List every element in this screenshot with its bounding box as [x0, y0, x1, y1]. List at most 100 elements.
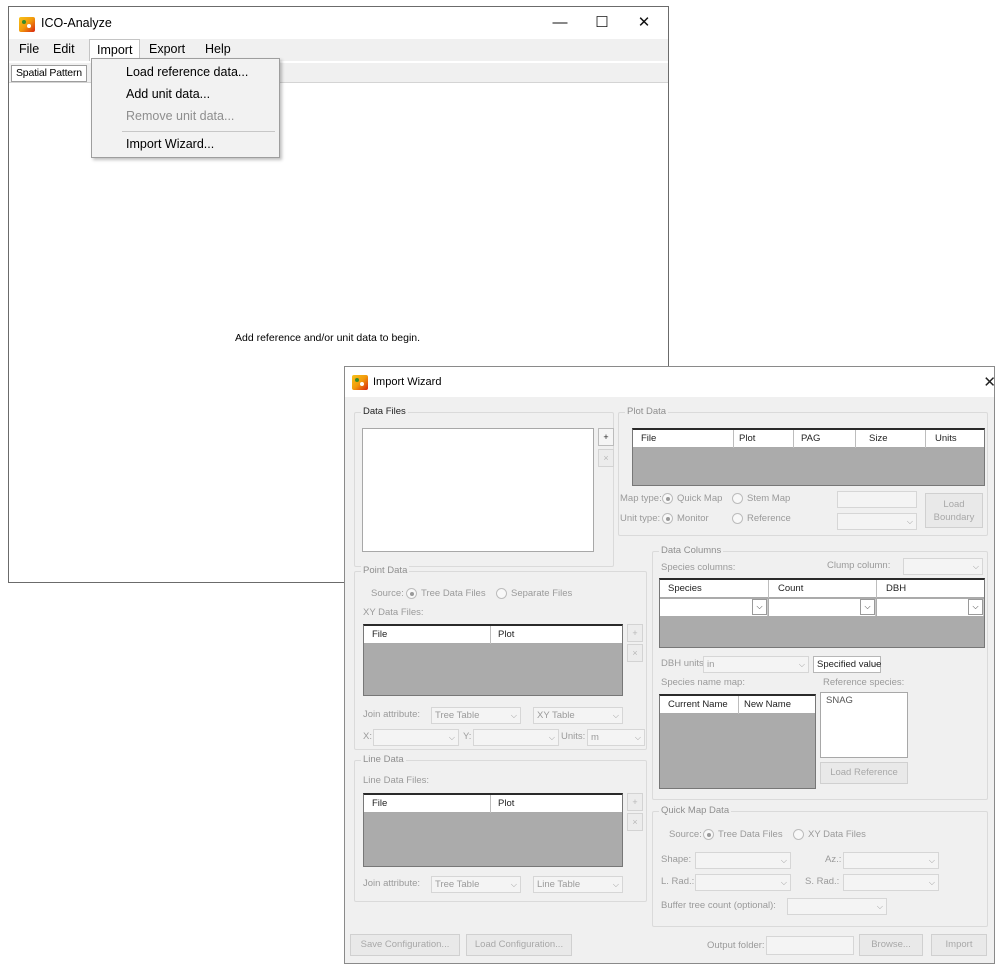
add-line-file-button[interactable]: + [627, 793, 643, 811]
empty-state-message: Add reference and/or unit data to begin. [235, 332, 421, 344]
species-columns-grid[interactable]: Species Count DBH ⌵ ⌵ ⌵ [659, 578, 985, 648]
col-divider [768, 580, 769, 598]
line-join-right-combo[interactable]: Line Table ⌵ [533, 876, 623, 893]
xy-grid-header: File Plot [364, 626, 622, 644]
load-boundary-button[interactable]: Load Boundary [925, 493, 983, 528]
qm-xy-data-files-label: XY Data Files [808, 829, 866, 840]
data-files-title: Data Files [361, 406, 408, 417]
x-combo[interactable]: ⌵ [373, 729, 459, 746]
radio-tree-data-files[interactable] [406, 588, 417, 599]
radio-stem-map[interactable] [732, 493, 743, 504]
chevron-down-icon: ⌵ [798, 660, 805, 669]
s-rad-combo[interactable]: ⌵ [843, 874, 939, 891]
chevron-down-icon: ⌵ [448, 733, 455, 742]
plot-data-grid[interactable]: File Plot PAG Size Units [632, 428, 985, 486]
col-dbh: DBH [886, 583, 907, 594]
chevron-down-icon: ⌵ [928, 856, 935, 865]
menu-help[interactable]: Help [201, 42, 235, 56]
s-rad-label: S. Rad.: [805, 876, 840, 887]
menu-item-add-unit-data[interactable]: Add unit data... [126, 87, 210, 101]
col-size: Size [869, 433, 888, 444]
units-combo[interactable]: m ⌵ [587, 729, 645, 746]
dbh-units-combo[interactable]: in ⌵ [703, 656, 809, 673]
shape-label: Shape: [661, 854, 692, 865]
window-title: ICO-Analyze [41, 16, 112, 30]
radio-qm-xy-data-files[interactable] [793, 829, 804, 840]
add-data-file-button[interactable]: + [598, 428, 614, 446]
point-join-left-combo[interactable]: Tree Table ⌵ [431, 707, 521, 724]
col-species: Species [668, 583, 702, 594]
l-rad-label: L. Rad.: [661, 876, 695, 887]
radio-quick-map[interactable] [662, 493, 673, 504]
radio-monitor[interactable] [662, 513, 673, 524]
point-join-label: Join attribute: [363, 709, 421, 720]
reference-species-item[interactable]: SNAG [826, 695, 853, 706]
save-configuration-button[interactable]: Save Configuration... [350, 934, 460, 956]
data-columns-title: Data Columns [659, 545, 724, 556]
menu-item-remove-unit-data[interactable]: Remove unit data... [126, 109, 234, 123]
radio-separate-files[interactable] [496, 588, 507, 599]
col-plot: Plot [498, 798, 515, 809]
dbh-cell-combo[interactable]: ⌵ [877, 599, 984, 616]
wizard-close-button[interactable]: ✕ [983, 373, 995, 391]
chevron-down-icon[interactable]: ⌵ [968, 599, 983, 615]
clump-column-combo[interactable]: ⌵ [903, 558, 983, 575]
line-join-left-combo[interactable]: Tree Table ⌵ [431, 876, 521, 893]
y-combo[interactable]: ⌵ [473, 729, 559, 746]
title-bar: ICO-Analyze — ☐ ✕ [9, 7, 668, 39]
shape-combo[interactable]: ⌵ [695, 852, 791, 869]
chevron-down-icon[interactable]: ⌵ [752, 599, 767, 615]
menu-item-load-reference-data[interactable]: Load reference data... [126, 65, 248, 79]
reference-species-list[interactable]: SNAG [820, 692, 908, 758]
specified-value-combo[interactable]: Specified value ⌵ [813, 656, 881, 673]
chevron-down-icon[interactable]: ⌵ [860, 599, 875, 615]
remove-data-file-button[interactable]: × [598, 449, 614, 467]
unit-type-combo[interactable]: ⌵ [837, 513, 917, 530]
species-cell-combo[interactable]: ⌵ [660, 599, 768, 616]
units-value: m [591, 732, 599, 743]
point-data-title: Point Data [361, 565, 410, 576]
maximize-button[interactable]: ☐ [587, 11, 617, 35]
quick-map-option-label: Quick Map [677, 493, 723, 504]
l-rad-combo[interactable]: ⌵ [695, 874, 791, 891]
boundary-textbox[interactable] [837, 491, 917, 508]
tree-data-files-label: Tree Data Files [421, 588, 486, 599]
count-cell-combo[interactable]: ⌵ [769, 599, 876, 616]
menu-item-import-wizard[interactable]: Import Wizard... [126, 137, 214, 151]
app-icon [19, 17, 35, 32]
az-combo[interactable]: ⌵ [843, 852, 939, 869]
quick-map-source-label: Source: [669, 829, 702, 840]
line-data-files-grid[interactable]: File Plot [363, 793, 623, 867]
menu-separator [122, 131, 275, 132]
load-configuration-button[interactable]: Load Configuration... [466, 934, 572, 956]
line-join-label: Join attribute: [363, 878, 421, 889]
close-button[interactable]: ✕ [629, 11, 659, 35]
add-xy-file-button[interactable]: + [627, 624, 643, 642]
buffer-tree-count-combo[interactable]: ⌵ [787, 898, 887, 915]
load-reference-button[interactable]: Load Reference [820, 762, 908, 784]
stem-map-option-label: Stem Map [747, 493, 791, 504]
xy-data-files-grid[interactable]: File Plot [363, 624, 623, 696]
menu-edit[interactable]: Edit [49, 42, 79, 56]
import-button[interactable]: Import [931, 934, 987, 956]
data-files-list[interactable] [362, 428, 594, 552]
col-file: File [372, 629, 388, 640]
chevron-down-icon: ⌵ [780, 878, 787, 887]
output-folder-label: Output folder: [707, 940, 765, 951]
col-divider [738, 696, 739, 714]
col-divider [490, 795, 491, 813]
species-name-map-grid[interactable]: Current Name New Name [659, 694, 816, 789]
radio-reference[interactable] [732, 513, 743, 524]
radio-qm-tree-data-files[interactable] [703, 829, 714, 840]
dbh-units-label: DBH units: [661, 658, 707, 669]
browse-button[interactable]: Browse... [859, 934, 923, 956]
remove-xy-file-button[interactable]: × [627, 644, 643, 662]
remove-line-file-button[interactable]: × [627, 813, 643, 831]
menu-file[interactable]: File [15, 42, 43, 56]
tab-spatial-pattern[interactable]: Spatial Pattern [11, 65, 87, 82]
output-folder-input[interactable] [766, 936, 854, 955]
col-current-name: Current Name [668, 699, 728, 710]
point-join-right-combo[interactable]: XY Table ⌵ [533, 707, 623, 724]
menu-export[interactable]: Export [145, 42, 189, 56]
minimize-button[interactable]: — [545, 11, 575, 35]
